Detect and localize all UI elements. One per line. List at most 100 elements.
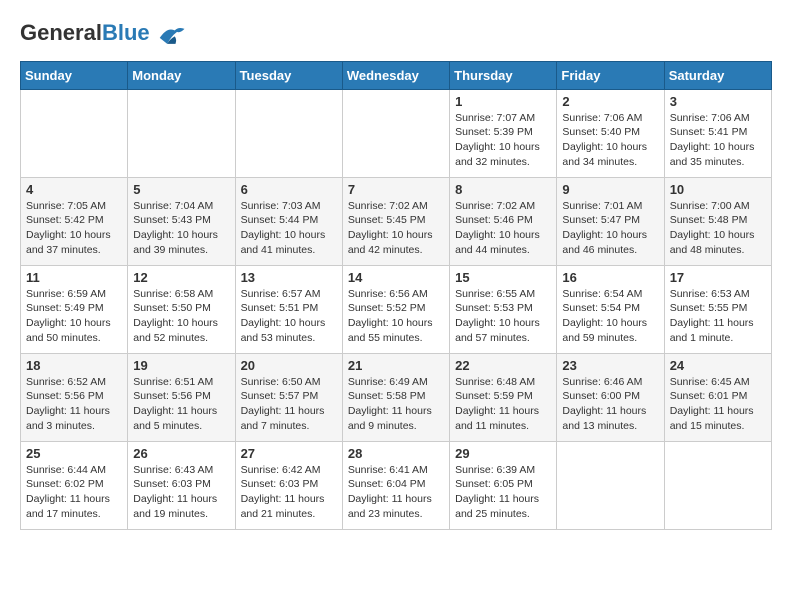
calendar-cell: 1 Sunrise: 7:07 AMSunset: 5:39 PMDaylight… (450, 89, 557, 177)
calendar-week-row: 25Sunrise: 6:44 AMSunset: 6:02 PMDayligh… (21, 441, 772, 529)
calendar-cell: 2 Sunrise: 7:06 AMSunset: 5:40 PMDaylight… (557, 89, 664, 177)
day-info: Sunrise: 6:42 AMSunset: 6:03 PMDaylight:… (241, 463, 337, 522)
column-header-monday: Monday (128, 61, 235, 89)
day-info: Sunrise: 7:01 AMSunset: 5:47 PMDaylight:… (562, 199, 658, 258)
day-number: 12 (133, 270, 229, 285)
day-number: 6 (241, 182, 337, 197)
calendar-cell: 3 Sunrise: 7:06 AMSunset: 5:41 PMDaylight… (664, 89, 771, 177)
day-info: Sunrise: 6:59 AMSunset: 5:49 PMDaylight:… (26, 287, 122, 346)
day-info: Sunrise: 6:55 AMSunset: 5:53 PMDaylight:… (455, 287, 551, 346)
day-number: 13 (241, 270, 337, 285)
calendar-cell: 28 Sunrise: 6:41 AMSunset: 6:04 PMDayligh… (342, 441, 449, 529)
calendar-cell: 6Sunrise: 7:03 AMSunset: 5:44 PMDaylight… (235, 177, 342, 265)
day-number: 25 (26, 446, 122, 461)
column-header-thursday: Thursday (450, 61, 557, 89)
calendar-header-row: SundayMondayTuesdayWednesdayThursdayFrid… (21, 61, 772, 89)
day-info: Sunrise: 6:57 AMSunset: 5:51 PMDaylight:… (241, 287, 337, 346)
day-info: Sunrise: 6:41 AMSunset: 6:04 PMDaylight:… (348, 463, 444, 522)
day-number: 9 (562, 182, 658, 197)
logo: GeneralBlue (20, 20, 186, 51)
day-info: Sunrise: 7:07 AMSunset: 5:39 PMDaylight:… (455, 111, 551, 170)
calendar-cell: 21Sunrise: 6:49 AMSunset: 5:58 PMDayligh… (342, 353, 449, 441)
calendar-cell: 14 Sunrise: 6:56 AMSunset: 5:52 PMDayligh… (342, 265, 449, 353)
calendar-cell (235, 89, 342, 177)
column-header-friday: Friday (557, 61, 664, 89)
day-number: 8 (455, 182, 551, 197)
calendar-cell: 20 Sunrise: 6:50 AMSunset: 5:57 PMDayligh… (235, 353, 342, 441)
day-info: Sunrise: 6:53 AMSunset: 5:55 PMDaylight:… (670, 287, 766, 346)
day-info: Sunrise: 7:05 AMSunset: 5:42 PMDaylight:… (26, 199, 122, 258)
calendar-cell: 13 Sunrise: 6:57 AMSunset: 5:51 PMDayligh… (235, 265, 342, 353)
calendar-cell (557, 441, 664, 529)
calendar-cell (664, 441, 771, 529)
day-info: Sunrise: 7:06 AMSunset: 5:41 PMDaylight:… (670, 111, 766, 170)
calendar-cell (128, 89, 235, 177)
calendar-cell: 22 Sunrise: 6:48 AMSunset: 5:59 PMDayligh… (450, 353, 557, 441)
day-info: Sunrise: 6:51 AMSunset: 5:56 PMDaylight:… (133, 375, 229, 434)
day-info: Sunrise: 7:02 AMSunset: 5:46 PMDaylight:… (455, 199, 551, 258)
calendar-week-row: 11 Sunrise: 6:59 AMSunset: 5:49 PMDayligh… (21, 265, 772, 353)
page-header: GeneralBlue (20, 20, 772, 51)
calendar-cell: 11 Sunrise: 6:59 AMSunset: 5:49 PMDayligh… (21, 265, 128, 353)
day-number: 24 (670, 358, 766, 373)
calendar-cell (21, 89, 128, 177)
column-header-wednesday: Wednesday (342, 61, 449, 89)
calendar-cell: 15 Sunrise: 6:55 AMSunset: 5:53 PMDayligh… (450, 265, 557, 353)
day-number: 1 (455, 94, 551, 109)
calendar-cell: 18 Sunrise: 6:52 AMSunset: 5:56 PMDayligh… (21, 353, 128, 441)
calendar-cell: 19 Sunrise: 6:51 AMSunset: 5:56 PMDayligh… (128, 353, 235, 441)
day-number: 2 (562, 94, 658, 109)
day-info: Sunrise: 6:56 AMSunset: 5:52 PMDaylight:… (348, 287, 444, 346)
day-info: Sunrise: 6:48 AMSunset: 5:59 PMDaylight:… (455, 375, 551, 434)
calendar-cell: 16 Sunrise: 6:54 AMSunset: 5:54 PMDayligh… (557, 265, 664, 353)
day-info: Sunrise: 7:00 AMSunset: 5:48 PMDaylight:… (670, 199, 766, 258)
calendar-cell: 10 Sunrise: 7:00 AMSunset: 5:48 PMDayligh… (664, 177, 771, 265)
calendar-cell: 12 Sunrise: 6:58 AMSunset: 5:50 PMDayligh… (128, 265, 235, 353)
column-header-saturday: Saturday (664, 61, 771, 89)
day-number: 15 (455, 270, 551, 285)
day-info: Sunrise: 6:52 AMSunset: 5:56 PMDaylight:… (26, 375, 122, 434)
day-info: Sunrise: 6:45 AMSunset: 6:01 PMDaylight:… (670, 375, 766, 434)
day-info: Sunrise: 6:39 AMSunset: 6:05 PMDaylight:… (455, 463, 551, 522)
day-number: 19 (133, 358, 229, 373)
logo-text: GeneralBlue (20, 20, 186, 51)
day-info: Sunrise: 7:02 AMSunset: 5:45 PMDaylight:… (348, 199, 444, 258)
day-number: 21 (348, 358, 444, 373)
day-number: 11 (26, 270, 122, 285)
day-number: 28 (348, 446, 444, 461)
calendar-cell: 25Sunrise: 6:44 AMSunset: 6:02 PMDayligh… (21, 441, 128, 529)
calendar-cell: 26Sunrise: 6:43 AMSunset: 6:03 PMDayligh… (128, 441, 235, 529)
day-info: Sunrise: 6:50 AMSunset: 5:57 PMDaylight:… (241, 375, 337, 434)
day-number: 3 (670, 94, 766, 109)
day-number: 29 (455, 446, 551, 461)
day-number: 23 (562, 358, 658, 373)
calendar-cell: 24 Sunrise: 6:45 AMSunset: 6:01 PMDayligh… (664, 353, 771, 441)
calendar-cell: 23Sunrise: 6:46 AMSunset: 6:00 PMDayligh… (557, 353, 664, 441)
day-number: 16 (562, 270, 658, 285)
day-info: Sunrise: 7:04 AMSunset: 5:43 PMDaylight:… (133, 199, 229, 258)
day-info: Sunrise: 6:54 AMSunset: 5:54 PMDaylight:… (562, 287, 658, 346)
calendar-cell: 29 Sunrise: 6:39 AMSunset: 6:05 PMDayligh… (450, 441, 557, 529)
day-info: Sunrise: 7:06 AMSunset: 5:40 PMDaylight:… (562, 111, 658, 170)
day-number: 22 (455, 358, 551, 373)
day-number: 5 (133, 182, 229, 197)
day-number: 14 (348, 270, 444, 285)
calendar-cell: 8 Sunrise: 7:02 AMSunset: 5:46 PMDaylight… (450, 177, 557, 265)
calendar-cell: 5 Sunrise: 7:04 AMSunset: 5:43 PMDaylight… (128, 177, 235, 265)
calendar-cell: 4 Sunrise: 7:05 AMSunset: 5:42 PMDaylight… (21, 177, 128, 265)
calendar-table: SundayMondayTuesdayWednesdayThursdayFrid… (20, 61, 772, 530)
calendar-cell: 17 Sunrise: 6:53 AMSunset: 5:55 PMDayligh… (664, 265, 771, 353)
day-number: 10 (670, 182, 766, 197)
day-number: 20 (241, 358, 337, 373)
day-number: 27 (241, 446, 337, 461)
calendar-cell (342, 89, 449, 177)
day-info: Sunrise: 6:58 AMSunset: 5:50 PMDaylight:… (133, 287, 229, 346)
day-number: 4 (26, 182, 122, 197)
day-number: 18 (26, 358, 122, 373)
calendar-week-row: 1 Sunrise: 7:07 AMSunset: 5:39 PMDaylight… (21, 89, 772, 177)
logo-bird-icon (156, 21, 186, 51)
calendar-week-row: 4 Sunrise: 7:05 AMSunset: 5:42 PMDaylight… (21, 177, 772, 265)
day-number: 17 (670, 270, 766, 285)
calendar-cell: 9 Sunrise: 7:01 AMSunset: 5:47 PMDaylight… (557, 177, 664, 265)
day-number: 7 (348, 182, 444, 197)
